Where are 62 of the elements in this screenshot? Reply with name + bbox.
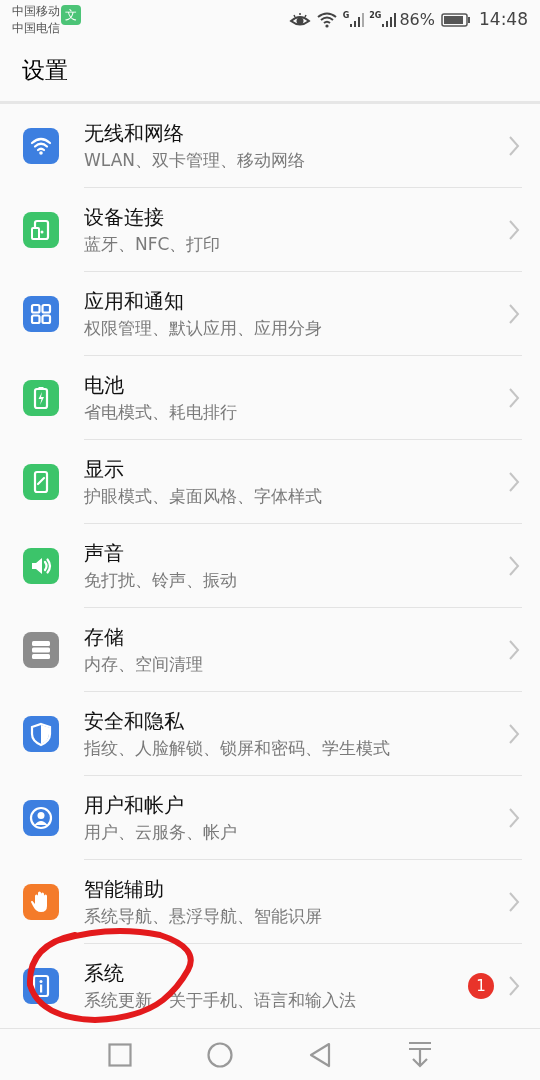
settings-item[interactable]: 声音 免打扰、铃声、振动 — [84, 538, 508, 593]
signal-icon — [381, 12, 398, 28]
settings-item[interactable]: 存储 内存、空间清理 — [84, 622, 508, 677]
wifi-icon — [316, 12, 337, 28]
item-title: 存储 — [84, 623, 125, 651]
battery-percent: 86% — [399, 9, 435, 31]
battery-icon — [441, 12, 471, 28]
settings-item[interactable]: 设备连接 蓝牙、NFC、打印 — [84, 202, 508, 257]
signal-icon — [349, 12, 366, 28]
item-subtitle: 蓝牙、NFC、打印 — [84, 232, 222, 256]
chevron-right-icon — [508, 806, 520, 829]
item-title: 安全和隐私 — [84, 707, 185, 735]
item-title: 电池 — [84, 371, 125, 399]
app-badge: 文 — [61, 5, 81, 25]
item-title: 显示 — [84, 455, 125, 483]
carrier-name: 中国电信 — [12, 20, 60, 37]
item-subtitle: 用户、云服务、帐户 — [84, 820, 238, 844]
settings-item[interactable]: 安全和隐私 指纹、人脸解锁、锁屏和密码、学生模式 — [84, 706, 508, 761]
item-title: 系统 — [84, 960, 125, 987]
item-subtitle: 系统导航、悬浮导航、智能识屏 — [84, 904, 323, 928]
back-button[interactable] — [307, 1041, 332, 1068]
network-type: G — [342, 10, 350, 22]
chevron-right-icon — [508, 638, 520, 661]
settings-item[interactable]: 电池 省电模式、耗电排行 — [84, 370, 508, 425]
settings-item[interactable]: 无线和网络 WLAN、双卡管理、移动网络 — [84, 118, 508, 173]
recent-apps-button[interactable] — [107, 1042, 132, 1067]
home-button[interactable] — [206, 1041, 233, 1068]
item-title: 无线和网络 — [84, 119, 185, 147]
chevron-right-icon — [508, 722, 520, 745]
item-subtitle: 指纹、人脸解锁、锁屏和密码、学生模式 — [84, 736, 391, 760]
chevron-right-icon — [508, 975, 520, 997]
clock: 14:48 — [479, 8, 528, 32]
network-type: 2G — [369, 10, 382, 22]
notification-pulldown-button[interactable] — [406, 1040, 433, 1069]
chevron-right-icon — [508, 386, 520, 409]
settings-item[interactable]: 用户和帐户 用户、云服务、帐户 — [84, 790, 508, 845]
eye-icon — [288, 12, 311, 28]
item-title: 智能辅助 — [84, 875, 165, 903]
item-title: 设备连接 — [84, 203, 165, 231]
item-subtitle: 系统更新 关于手机、语言和输入法 — [84, 989, 357, 1012]
item-subtitle: WLAN、双卡管理、移动网络 — [84, 148, 307, 172]
carrier-name: 中国移动 — [12, 3, 60, 20]
settings-item[interactable]: 显示 护眼模式、桌面风格、字体样式 — [84, 454, 508, 509]
item-title: 用户和帐户 — [84, 791, 185, 819]
item-subtitle: 免打扰、铃声、振动 — [84, 568, 238, 592]
chevron-right-icon — [508, 470, 520, 493]
notification-badge: 1 — [468, 973, 494, 999]
chevron-right-icon — [508, 218, 520, 241]
settings-item[interactable]: 智能辅助 系统导航、悬浮导航、智能识屏 — [84, 874, 508, 929]
chevron-right-icon — [508, 302, 520, 325]
chevron-right-icon — [508, 554, 520, 577]
item-subtitle: 省电模式、耗电排行 — [84, 400, 238, 424]
item-subtitle: 内存、空间清理 — [84, 652, 204, 676]
item-title: 声音 — [84, 539, 125, 567]
settings-item[interactable]: 应用和通知 权限管理、默认应用、应用分身 — [84, 286, 508, 341]
item-subtitle: 护眼模式、桌面风格、字体样式 — [84, 484, 323, 508]
chevron-right-icon — [508, 890, 520, 913]
settings-item[interactable]: 系统 系统更新 关于手机、语言和输入法 — [84, 959, 468, 1013]
item-title: 应用和通知 — [84, 287, 185, 315]
page-title: 设置 — [22, 56, 68, 86]
item-subtitle: 权限管理、默认应用、应用分身 — [84, 316, 323, 340]
chevron-right-icon — [508, 134, 520, 157]
